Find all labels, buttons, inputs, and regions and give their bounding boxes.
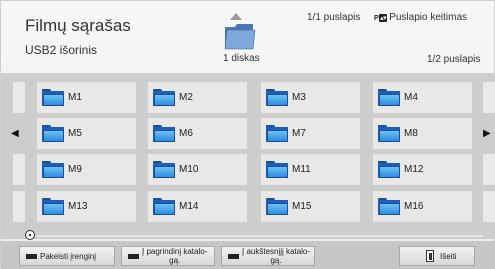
folder-item[interactable]: M10 xyxy=(148,154,247,185)
folder-label: M15 xyxy=(292,201,312,212)
folder-item[interactable]: M2 xyxy=(148,82,247,113)
folder-icon xyxy=(266,198,288,215)
folder-icon xyxy=(42,198,64,215)
folder-item[interactable]: M13 xyxy=(37,191,136,222)
folder-icon xyxy=(42,125,64,142)
page-change-label: Puslapio keitimas xyxy=(389,12,468,23)
folder-item[interactable]: M3 xyxy=(261,82,360,113)
folder-icon xyxy=(266,161,288,178)
folder-item[interactable]: M7 xyxy=(261,118,360,149)
device-label: USB2 išorinis xyxy=(25,43,98,57)
folder-label: M16 xyxy=(404,201,424,212)
go-to-root-label: Į pagrindinį katalo-gą. xyxy=(142,247,208,265)
folder-item[interactable]: M4 xyxy=(373,82,472,113)
folder-label: M5 xyxy=(68,128,82,139)
folder-label: M1 xyxy=(68,92,82,103)
scroll-slider-track[interactable] xyxy=(37,235,483,237)
folder-item[interactable]: M1 xyxy=(37,82,136,113)
folder-label: M9 xyxy=(68,164,82,175)
grid-edge-cell xyxy=(13,82,25,113)
disk-label: 1 diskas xyxy=(223,53,260,64)
go-to-parent-label: Į aukštesnįjį katalo-gą. xyxy=(242,247,311,265)
folder-label: M3 xyxy=(292,92,306,103)
folder-item[interactable]: M12 xyxy=(373,154,472,185)
grid-edge-cell xyxy=(13,154,25,185)
folder-label: M8 xyxy=(404,128,418,139)
exit-label: Išeiti xyxy=(440,251,457,261)
folder-label: M10 xyxy=(179,164,199,175)
folder-icon xyxy=(153,125,175,142)
grid-row: M1 M2 M3 M4 xyxy=(1,82,495,113)
grid-row: M9 M10 M11 M12 xyxy=(1,154,495,185)
page-title: Filmų sąrašas xyxy=(25,16,131,35)
disk-folder-icon[interactable] xyxy=(223,13,259,51)
folder-icon xyxy=(153,198,175,215)
bottom-button-bar: Pakeisti įrenginį Į pagrindinį katalo-gą… xyxy=(1,241,495,269)
grid-edge-cell xyxy=(483,154,495,185)
folder-icon xyxy=(42,89,64,106)
change-device-label: Pakeisti įrenginį xyxy=(40,251,97,261)
folder-item[interactable]: M9 xyxy=(37,154,136,185)
media-browser-screen: Filmų sąrašas USB2 išorinis 1/1 puslapis… xyxy=(0,0,495,269)
page-indicator: 1/1 puslapis xyxy=(307,12,361,23)
folder-item[interactable]: M11 xyxy=(261,154,360,185)
folder-icon xyxy=(378,89,400,106)
folder-grid: ◀ ▶ M1 M2 M3 M4 M5 M6 M7 M8 M9 M10 M11 M… xyxy=(1,73,495,239)
folder-icon xyxy=(153,161,175,178)
folder-item[interactable]: M8 xyxy=(373,118,472,149)
folder-label: M14 xyxy=(179,201,199,212)
grid-page-indicator: 1/2 puslapis xyxy=(427,54,481,65)
folder-icon xyxy=(378,161,400,178)
grid-edge-spacer xyxy=(1,118,9,149)
exit-button[interactable]: Išeiti xyxy=(399,246,475,266)
folder-label: M11 xyxy=(292,164,311,175)
folder-label: M12 xyxy=(404,164,424,175)
folder-label: M4 xyxy=(404,92,418,103)
folder-item[interactable]: M15 xyxy=(261,191,360,222)
page-change-hint: P ▴▾ Puslapio keitimas xyxy=(374,12,467,23)
folder-item[interactable]: M5 xyxy=(37,118,136,149)
folder-icon xyxy=(42,161,64,178)
folder-label: M2 xyxy=(179,92,193,103)
grid-row: M13 M14 M15 M16 xyxy=(1,191,495,222)
exit-key-icon xyxy=(426,250,434,262)
folder-icon xyxy=(378,198,400,215)
green-key-icon xyxy=(128,253,139,259)
red-key-icon xyxy=(26,253,37,259)
grid-edge-cell xyxy=(13,191,25,222)
folder-icon xyxy=(266,125,288,142)
folder-item[interactable]: M16 xyxy=(373,191,472,222)
folder-item[interactable]: M6 xyxy=(148,118,247,149)
folder-icon xyxy=(266,89,288,106)
folder-label: M13 xyxy=(68,201,88,212)
folder-label: M7 xyxy=(292,128,306,139)
folder-label: M6 xyxy=(179,128,193,139)
change-device-button[interactable]: Pakeisti įrenginį xyxy=(19,246,115,266)
go-to-root-folder-button[interactable]: Į pagrindinį katalo-gą. xyxy=(121,246,215,266)
grid-edge-cell xyxy=(483,82,495,113)
grid-edge-cell xyxy=(483,191,495,222)
folder-icon xyxy=(153,89,175,106)
folder-item[interactable]: M14 xyxy=(148,191,247,222)
go-to-parent-folder-button[interactable]: Į aukštesnįjį katalo-gą. xyxy=(221,246,315,266)
yellow-key-icon xyxy=(228,253,239,259)
page-change-key-icon: P ▴▾ xyxy=(374,13,388,22)
folder-icon xyxy=(378,125,400,142)
grid-row: M5 M6 M7 M8 xyxy=(1,118,495,149)
scroll-slider-knob[interactable] xyxy=(25,230,35,240)
